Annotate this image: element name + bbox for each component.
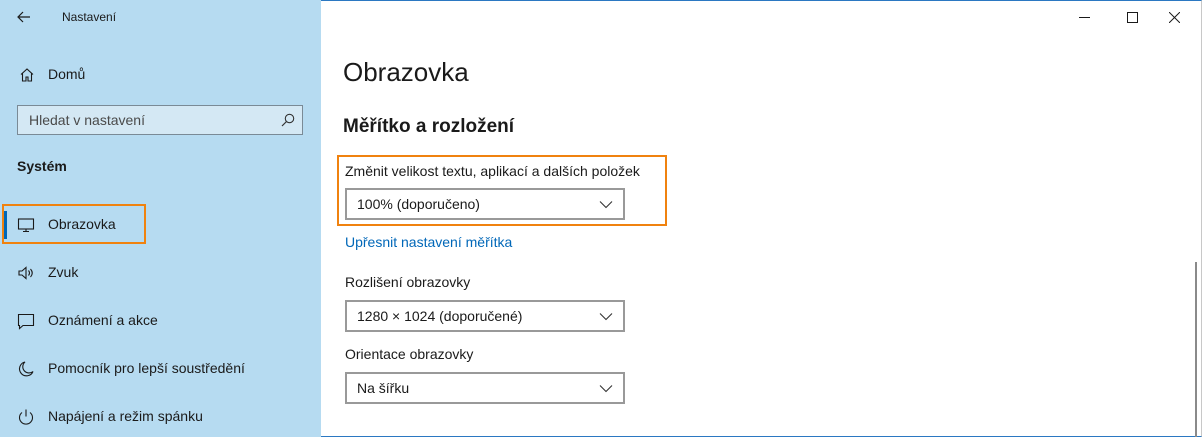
sidebar-item-focus-assist[interactable]: Pomocník pro lepší soustředění [0, 349, 321, 389]
app-title: Nastavení [62, 10, 117, 24]
page-title: Obrazovka [343, 57, 469, 87]
scale-dropdown[interactable]: 100% (doporučeno) [345, 188, 625, 220]
sidebar: Nastavení Domů Systém Obrazovka Zvuk Ozn… [0, 0, 321, 437]
resolution-label: Rozlišení obrazovky [345, 274, 471, 290]
sidebar-item-label: Domů [48, 66, 86, 82]
speaker-icon [18, 266, 33, 280]
notification-icon [17, 313, 35, 330]
back-arrow-icon [17, 11, 30, 23]
sidebar-section-title: Systém [17, 158, 67, 174]
sidebar-item-label: Obrazovka [48, 216, 116, 232]
close-button[interactable] [1151, 0, 1197, 34]
orientation-label: Orientace obrazovky [345, 346, 474, 362]
search-icon[interactable] [280, 112, 296, 128]
scrollbar[interactable] [1195, 262, 1197, 437]
chevron-down-icon [599, 201, 613, 209]
sidebar-item-notifications[interactable]: Oznámení a akce [0, 301, 321, 341]
monitor-icon [17, 218, 35, 233]
resolution-value: 1280 × 1024 (doporučené) [357, 308, 523, 324]
search-input[interactable] [18, 106, 268, 134]
orientation-dropdown[interactable]: Na šířku [345, 372, 625, 404]
power-icon [18, 409, 34, 425]
back-button[interactable] [0, 0, 48, 34]
sidebar-item-sound[interactable]: Zvuk [0, 253, 321, 293]
scale-value: 100% (doporučeno) [357, 196, 480, 212]
maximize-icon [1126, 11, 1138, 23]
sidebar-item-power[interactable]: Napájení a režim spánku [0, 397, 321, 437]
scale-label: Změnit velikost textu, aplikací a dalšíc… [345, 163, 640, 179]
minimize-button[interactable] [1061, 0, 1107, 34]
maximize-button[interactable] [1109, 0, 1155, 34]
chevron-down-icon [599, 385, 613, 393]
active-indicator [4, 211, 7, 239]
sidebar-item-label: Zvuk [48, 264, 79, 280]
minimize-icon [1078, 16, 1090, 18]
sidebar-item-display[interactable]: Obrazovka [0, 205, 321, 245]
chevron-down-icon [599, 313, 613, 321]
sidebar-item-label: Napájení a režim spánku [48, 408, 203, 424]
moon-icon [19, 361, 34, 377]
sidebar-item-label: Pomocník pro lepší soustředění [48, 360, 245, 376]
home-icon [20, 68, 34, 82]
section-title: Měřítko a rozložení [343, 116, 515, 137]
sidebar-item-home[interactable]: Domů [0, 58, 321, 90]
advanced-scaling-link[interactable]: Upřesnit nastavení měřítka [345, 234, 512, 250]
orientation-value: Na šířku [357, 380, 410, 396]
close-icon [1168, 11, 1180, 23]
resolution-dropdown[interactable]: 1280 × 1024 (doporučené) [345, 300, 625, 332]
sidebar-item-label: Oznámení a akce [48, 312, 158, 328]
search-box[interactable] [17, 105, 303, 135]
